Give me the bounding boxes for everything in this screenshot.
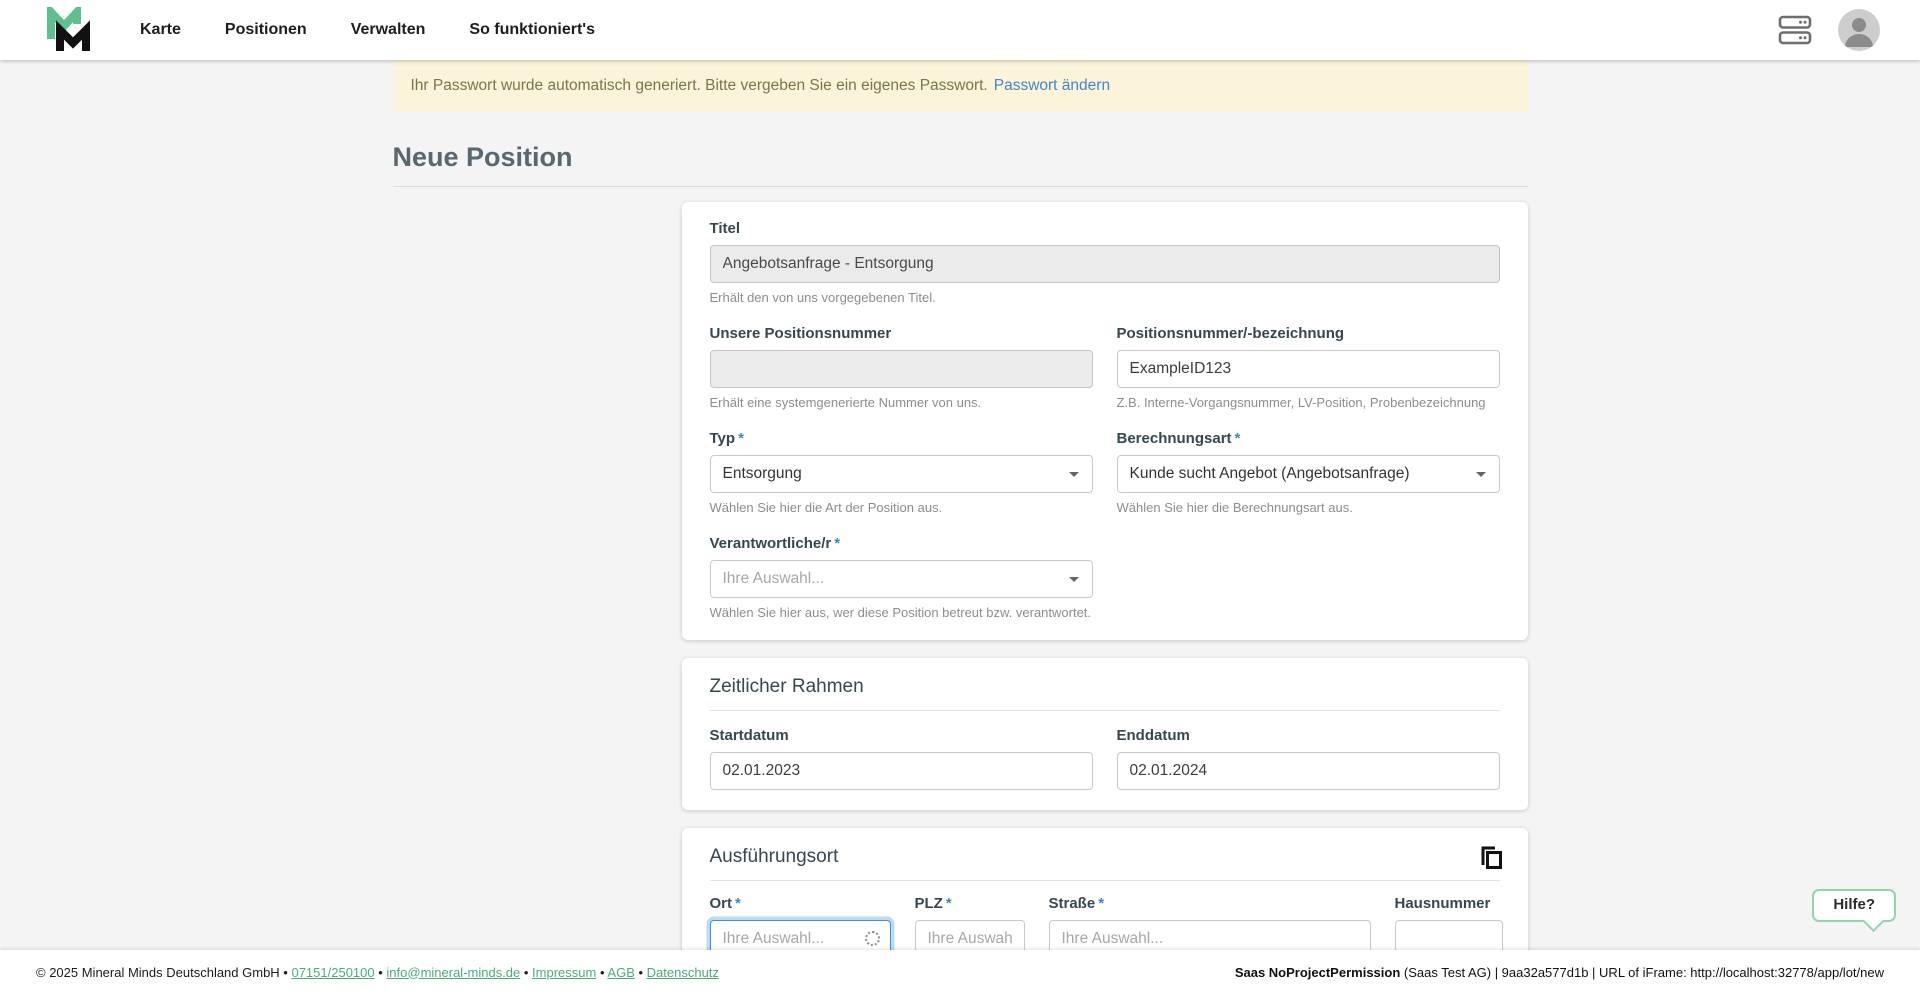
footer-link[interactable]: Datenschutz [647, 965, 719, 980]
footer-link[interactable]: info@mineral-minds.de [386, 965, 520, 980]
berechnungsart-field: Berechnungsart* Kunde sucht Angebot (Ang… [1117, 430, 1500, 515]
positionsnummer-field: Positionsnummer/-bezeichnung Z.B. Intern… [1117, 325, 1500, 410]
zeitlicher-rahmen-heading: Zeitlicher Rahmen [710, 676, 1500, 698]
berechnungsart-helper: Wählen Sie hier die Berechnungsart aus. [1117, 500, 1500, 515]
footer-separator: • [596, 965, 607, 980]
verantwortliche-field: Verantwortliche/r* Ihre Auswahl... Wähle… [710, 535, 1093, 620]
typ-label: Typ [710, 430, 736, 447]
footer-link[interactable]: 07151/250100 [291, 965, 374, 980]
required-marker: * [1098, 895, 1104, 912]
verantwortliche-select-placeholder: Ihre Auswahl... [723, 570, 825, 588]
database-icon[interactable] [1778, 14, 1812, 46]
berechnungsart-select-value: Kunde sucht Angebot (Angebotsanfrage) [1130, 465, 1410, 483]
logo-icon [44, 7, 98, 53]
startdatum-field: Startdatum [710, 727, 1093, 790]
plz-label: PLZ [915, 895, 943, 912]
card-divider [710, 710, 1500, 711]
typ-select[interactable]: Entsorgung [710, 455, 1093, 493]
positionsnummer-input[interactable] [1117, 350, 1500, 388]
help-button[interactable]: Hilfe? [1812, 889, 1896, 922]
enddatum-input[interactable] [1117, 752, 1500, 790]
titel-label: Titel [710, 220, 1500, 237]
zeitlicher-rahmen-card: Zeitlicher Rahmen Startdatum Enddatum [682, 658, 1528, 810]
ort-field: Ort* [710, 895, 891, 958]
berechnungsart-select[interactable]: Kunde sucht Angebot (Angebotsanfrage) [1117, 455, 1500, 493]
page-title: Neue Position [393, 142, 1528, 173]
hausnummer-field: Hausnummer [1395, 895, 1503, 958]
enddatum-field: Enddatum [1117, 727, 1500, 790]
footer-left: © 2025 Mineral Minds Deutschland GmbH • … [36, 965, 719, 980]
verantwortliche-helper: Wählen Sie hier aus, wer diese Position … [710, 605, 1093, 620]
plz-field: PLZ* [915, 895, 1025, 958]
required-marker: * [1235, 430, 1241, 447]
startdatum-label: Startdatum [710, 727, 1093, 744]
footer-separator: • [280, 965, 292, 980]
footer-separator: • [375, 965, 387, 980]
verantwortliche-label: Verantwortliche/r [710, 535, 832, 552]
nav-item-so-funktionierts[interactable]: So funktioniert's [469, 21, 595, 39]
position-form-card: Titel Erhält den von uns vorgegebenen Ti… [682, 202, 1528, 640]
main-nav: Karte Positionen Verwalten So funktioniert'… [140, 21, 595, 39]
ort-label: Ort [710, 895, 733, 912]
strasse-label: Straße [1049, 895, 1096, 912]
password-warning-banner: Ihr Passwort wurde automatisch generiert… [393, 60, 1528, 112]
copy-icon[interactable] [1478, 844, 1504, 872]
startdatum-input[interactable] [710, 752, 1093, 790]
footer-environment-info: Saas NoProjectPermission (Saas Test AG) … [1235, 965, 1884, 980]
footer-link[interactable]: AGB [607, 965, 634, 980]
copyright-text: © 2025 Mineral Minds Deutschland GmbH [36, 965, 280, 980]
typ-helper: Wählen Sie hier die Art der Position aus… [710, 500, 1093, 515]
banner-text: Ihr Passwort wurde automatisch generiert… [411, 77, 988, 95]
mineral-minds-logo[interactable] [44, 6, 100, 54]
required-marker: * [834, 535, 840, 552]
required-marker: * [946, 895, 952, 912]
hausnummer-label: Hausnummer [1395, 895, 1503, 912]
unsere-positionsnummer-label: Unsere Positionsnummer [710, 325, 1093, 342]
unsere-positionsnummer-field: Unsere Positionsnummer Erhält eine syste… [710, 325, 1093, 410]
nav-item-karte[interactable]: Karte [140, 21, 181, 39]
top-navbar: Karte Positionen Verwalten So funktioniert'… [0, 0, 1920, 60]
strasse-field: Straße* [1049, 895, 1371, 958]
change-password-link[interactable]: Passwort ändern [994, 77, 1110, 95]
footer-env-name: Saas NoProjectPermission [1235, 965, 1400, 980]
unsere-positionsnummer-input [710, 350, 1093, 388]
footer-link[interactable]: Impressum [532, 965, 596, 980]
titel-helper: Erhält den von uns vorgegebenen Titel. [710, 290, 1500, 305]
berechnungsart-label: Berechnungsart [1117, 430, 1232, 447]
nav-item-positionen[interactable]: Positionen [225, 21, 307, 39]
card-divider [710, 880, 1500, 881]
titel-input [710, 245, 1500, 283]
footer-separator: • [520, 965, 532, 980]
footer: © 2025 Mineral Minds Deutschland GmbH • … [0, 950, 1920, 994]
enddatum-label: Enddatum [1117, 727, 1500, 744]
footer-separator: • [635, 965, 647, 980]
footer-env-details: (Saas Test AG) | 9aa32a577d1b | URL of i… [1400, 965, 1884, 980]
positionsnummer-helper: Z.B. Interne-Vorgangsnummer, LV-Position… [1117, 395, 1500, 410]
user-avatar[interactable] [1838, 9, 1880, 51]
title-divider [393, 186, 1528, 187]
titel-field: Titel Erhält den von uns vorgegebenen Ti… [710, 220, 1500, 305]
unsere-positionsnummer-helper: Erhält eine systemgenerierte Nummer von … [710, 395, 1093, 410]
loading-spinner-icon [865, 931, 880, 946]
ausfuehrungsort-heading: Ausführungsort [710, 846, 1500, 868]
required-marker: * [735, 895, 741, 912]
person-icon [1838, 9, 1880, 51]
typ-field: Typ* Entsorgung Wählen Sie hier die Art … [710, 430, 1093, 515]
nav-item-verwalten[interactable]: Verwalten [351, 21, 426, 39]
typ-select-value: Entsorgung [723, 465, 802, 483]
verantwortliche-select[interactable]: Ihre Auswahl... [710, 560, 1093, 598]
positionsnummer-label: Positionsnummer/-bezeichnung [1117, 325, 1500, 342]
required-marker: * [738, 430, 744, 447]
